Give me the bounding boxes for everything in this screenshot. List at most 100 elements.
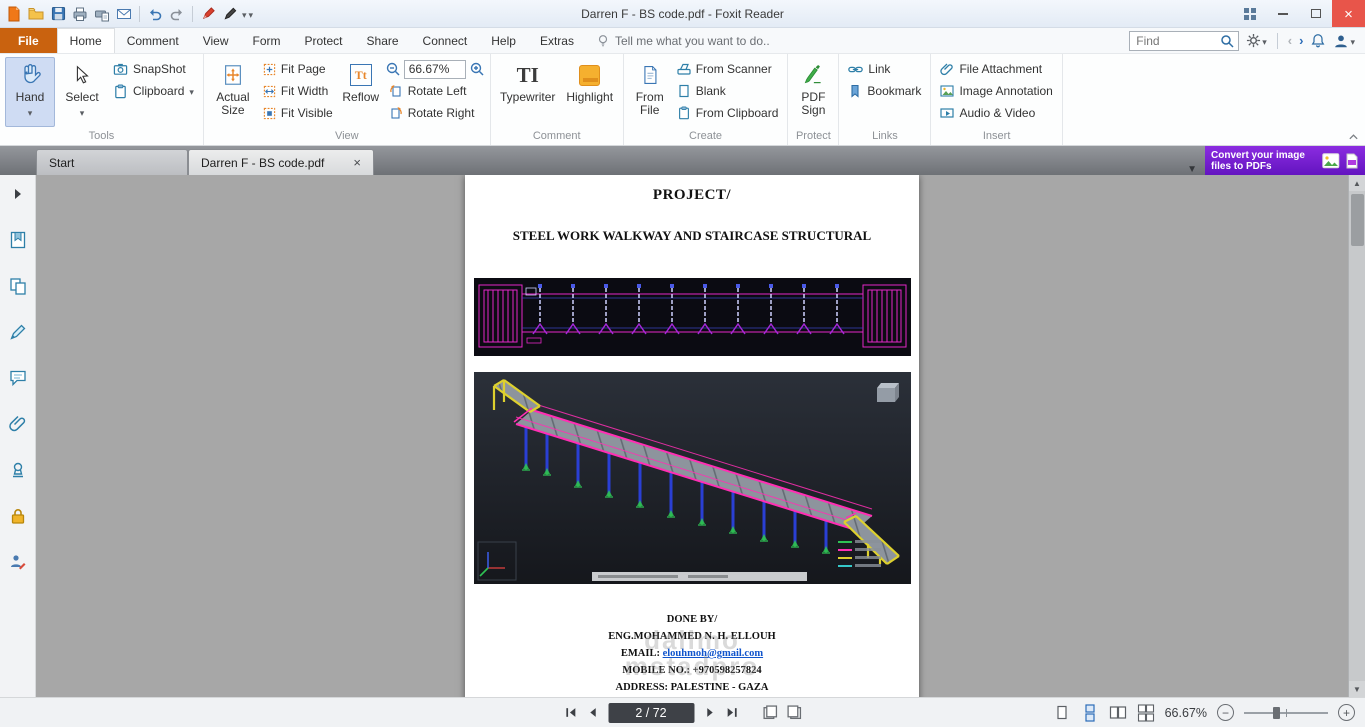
pen-dropdown-icon[interactable] [242,7,247,21]
menu-tab-view[interactable]: View [191,28,241,53]
tab-close-icon[interactable] [353,155,361,170]
pdf-sign-button[interactable]: PDF Sign [793,57,833,127]
app-menu-button[interactable] [4,3,24,25]
scroll-down-button[interactable] [1349,681,1365,697]
fit-page-button[interactable]: Fit Page [259,58,337,80]
ui-layout-button[interactable] [1233,0,1266,27]
image-annotation-button[interactable]: Image Annotation [936,80,1056,102]
panel-expand-button[interactable] [7,183,29,205]
tab-list-dropdown-icon[interactable]: ▼ [1179,164,1205,175]
history-forward-icon[interactable]: › [1299,33,1303,48]
save-button[interactable] [48,3,68,25]
menu-tab-connect[interactable]: Connect [411,28,480,53]
blank-button[interactable]: Blank [673,80,783,102]
highlight-button[interactable]: Highlight [562,57,618,127]
next-view-button[interactable] [786,705,801,720]
open-button[interactable] [26,3,46,25]
security-panel-button[interactable] [7,505,29,527]
comments-panel-button[interactable] [7,367,29,389]
thumbnails-panel-button[interactable] [7,275,29,297]
tab-document[interactable]: Darren F - BS code.pdf [188,149,374,175]
file-attachment-button[interactable]: File Attachment [936,58,1056,80]
pen-tool-button[interactable] [220,3,240,25]
find-input[interactable] [1134,33,1217,49]
zoom-slider[interactable] [1244,706,1328,720]
hand-tool-button[interactable]: Hand [5,57,55,127]
convert-images-promo-button[interactable]: Convert your image files to PDFs [1205,146,1365,175]
previous-view-button[interactable] [762,705,777,720]
zoom-in-button[interactable] [1338,704,1355,721]
tab-start[interactable]: Start [36,149,188,175]
menu-tab-protect[interactable]: Protect [293,28,355,53]
menu-tab-file[interactable]: File [0,28,57,53]
last-page-button[interactable] [725,706,738,719]
zoom-out-button[interactable] [1217,704,1234,721]
tell-me-box[interactable]: Tell me what you want to do.. [586,28,780,53]
document-view[interactable]: PROJECT/ STEEL WORK WALKWAY AND STAIRCAS… [36,175,1348,697]
menu-tab-share[interactable]: Share [355,28,411,53]
undo-button[interactable] [145,3,165,25]
zoom-out-icon[interactable] [385,61,401,77]
close-button[interactable] [1332,0,1365,27]
notifications-bell-icon[interactable] [1310,32,1326,49]
from-scanner-button[interactable]: From Scanner [673,58,783,80]
menu-tab-extras[interactable]: Extras [528,28,586,53]
highlight-label: Highlight [566,91,613,104]
previous-page-button[interactable] [586,706,599,719]
link-button[interactable]: Link [844,58,925,80]
bookmark-button[interactable]: Bookmark [844,80,925,102]
reflow-button[interactable]: Tt Reflow [339,57,383,127]
continuous-facing-view-button[interactable] [1137,704,1155,722]
marker-pen-button[interactable] [198,3,218,25]
menu-tab-home[interactable]: Home [57,28,115,53]
zoom-level-combobox[interactable]: 66.67% [404,60,466,79]
highlight-icon [579,65,600,86]
email-link[interactable]: elouhmoh@gmail.com [663,648,763,659]
first-page-button[interactable] [564,706,577,719]
history-back-icon[interactable]: ‹ [1288,33,1292,48]
actual-size-button[interactable]: Actual Size [209,57,257,127]
single-page-view-button[interactable] [1053,704,1071,722]
ribbon-collapse-button[interactable] [1348,133,1359,141]
from-file-button[interactable]: From File [629,57,671,127]
attachments-panel-button[interactable] [7,413,29,435]
vertical-scrollbar[interactable] [1348,175,1365,697]
minimize-button[interactable] [1266,0,1299,27]
print-button[interactable] [70,3,90,25]
continuous-view-button[interactable] [1081,704,1099,722]
menu-tab-comment[interactable]: Comment [115,28,191,53]
page-number-input[interactable]: 2 / 72 [608,703,694,723]
snapshot-button[interactable]: SnapShot [109,58,198,80]
select-tool-button[interactable]: Select [57,57,107,127]
zoom-in-icon[interactable] [469,61,485,77]
qat-customize-icon[interactable] [249,7,254,21]
email-button[interactable] [114,3,134,25]
facing-view-button[interactable] [1109,704,1127,722]
rotate-right-button[interactable]: Rotate Right [385,102,485,124]
maximize-button[interactable] [1299,0,1332,27]
search-icon[interactable] [1220,34,1234,48]
clipboard-button[interactable]: Clipboard [109,80,198,102]
rotate-left-button[interactable]: Rotate Left [385,80,485,102]
from-clipboard-button[interactable]: From Clipboard [673,102,783,124]
annotations-panel-button[interactable] [7,321,29,343]
signatures-panel-button[interactable] [7,551,29,573]
account-button[interactable] [1333,33,1355,49]
next-page-button[interactable] [703,706,716,719]
bookmarks-panel-button[interactable] [7,229,29,251]
settings-button[interactable] [1246,33,1267,48]
redo-button[interactable] [167,3,187,25]
menu-tab-form[interactable]: Form [241,28,293,53]
menu-tab-help[interactable]: Help [479,28,528,53]
scroll-up-button[interactable] [1349,175,1365,191]
scrollbar-thumb[interactable] [1351,194,1364,246]
typewriter-button[interactable]: TI Typewriter [496,57,560,127]
audio-video-button[interactable]: Audio & Video [936,102,1056,124]
cad-plan-drawing [474,278,911,356]
stamps-panel-button[interactable] [7,459,29,481]
fit-width-button[interactable]: Fit Width [259,80,337,102]
zoom-slider-thumb[interactable] [1273,707,1280,719]
print-preview-button[interactable] [92,3,112,25]
fit-visible-button[interactable]: Fit Visible [259,102,337,124]
group-label-insert: Insert [936,129,1056,145]
